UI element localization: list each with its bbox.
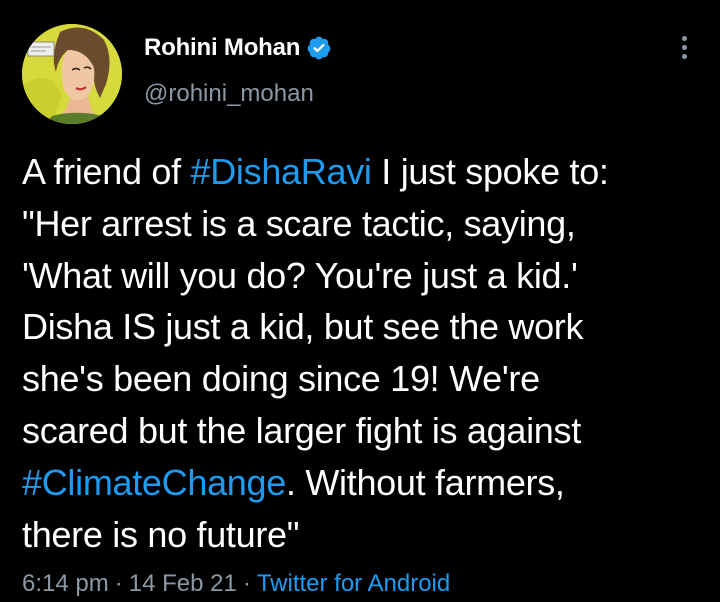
tweet-text-segment: there is no future" bbox=[22, 513, 300, 555]
tweet-time[interactable]: 6:14 pm bbox=[22, 570, 109, 597]
tweet-line: there is no future" bbox=[22, 509, 712, 561]
tweet-source-link[interactable]: Twitter for Android bbox=[257, 570, 450, 597]
more-dot-icon bbox=[681, 36, 687, 41]
tweet-text-segment: "Her arrest is a scare tactic, saying, bbox=[22, 202, 576, 244]
tweet-text-segment: . Without farmers, bbox=[285, 461, 565, 503]
tweet-metadata: 6:14 pm · 14 Feb 21 · Twitter for Android bbox=[22, 570, 450, 598]
more-options-icon[interactable] bbox=[672, 36, 696, 66]
tweet-date[interactable]: 14 Feb 21 bbox=[129, 570, 237, 597]
more-dot-icon bbox=[681, 54, 687, 59]
author-display-name[interactable]: Rohini Mohan bbox=[144, 34, 300, 62]
tweet-line: she's been doing since 19! We're bbox=[22, 353, 712, 405]
tweet-text-segment: 'What will you do? You're just a kid.' bbox=[22, 254, 578, 296]
hashtag-link[interactable]: #ClimateChange bbox=[22, 462, 286, 503]
tweet-line: scared but the larger fight is against bbox=[22, 405, 712, 457]
author-name-row[interactable]: Rohini Mohan bbox=[144, 33, 332, 63]
tweet-text-segment: Disha IS just a kid, but see the work bbox=[22, 306, 584, 348]
verified-badge-icon bbox=[306, 35, 332, 61]
author-handle[interactable]: @rohini_mohan bbox=[144, 80, 314, 108]
hashtag-link[interactable]: #DishaRavi bbox=[191, 151, 372, 192]
tweet-line: #ClimateChange. Without farmers, bbox=[22, 457, 712, 509]
meta-separator: · bbox=[242, 570, 251, 597]
tweet-line: 'What will you do? You're just a kid.' bbox=[22, 250, 712, 302]
tweet-text-segment: scared but the larger fight is against bbox=[22, 409, 581, 451]
tweet-line: A friend of #DishaRavi I just spoke to: bbox=[22, 146, 712, 198]
tweet-line: "Her arrest is a scare tactic, saying, bbox=[22, 198, 712, 250]
tweet-text-segment: A friend of bbox=[22, 151, 191, 192]
tweet-text-segment: I just spoke to: bbox=[371, 151, 609, 192]
more-dot-icon bbox=[681, 45, 687, 50]
avatar[interactable] bbox=[22, 24, 122, 124]
avatar-illustration bbox=[22, 24, 122, 124]
tweet-text: A friend of #DishaRavi I just spoke to: … bbox=[22, 146, 712, 560]
meta-separator: · bbox=[114, 570, 123, 597]
tweet-line: Disha IS just a kid, but see the work bbox=[22, 301, 712, 353]
tweet-card: Rohini Mohan @rohini_mohan A friend of #… bbox=[0, 0, 720, 602]
tweet-text-segment: she's been doing since 19! We're bbox=[22, 358, 540, 400]
